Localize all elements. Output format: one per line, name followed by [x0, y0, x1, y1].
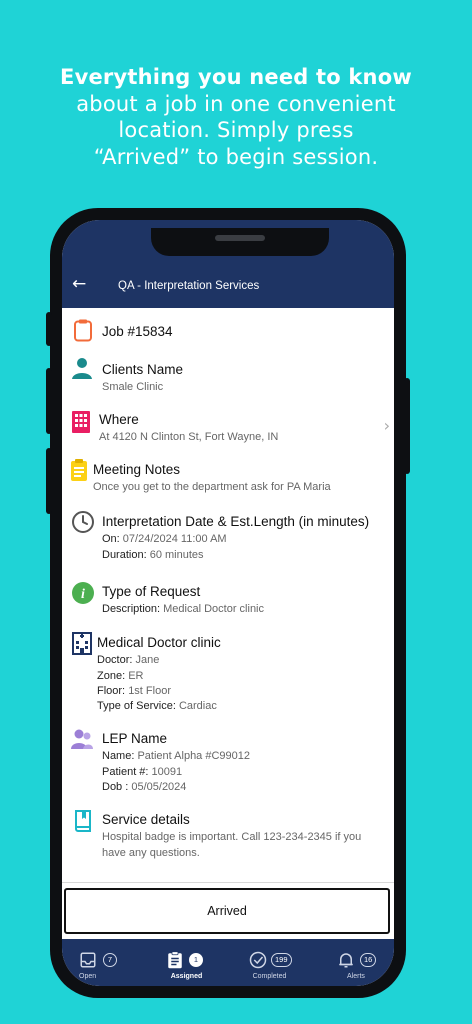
headline-line-2: about a job in one convenient — [76, 91, 396, 116]
clipboard-icon — [74, 319, 92, 342]
tab-open[interactable]: 7 Open — [62, 939, 145, 986]
clipboard-list-icon — [168, 951, 182, 969]
job-number: Job #15834 — [102, 324, 173, 339]
service-details-text: Hospital badge is important. Call 123-23… — [102, 831, 362, 859]
chevron-right-icon: › — [383, 416, 390, 435]
back-arrow-icon[interactable]: ← — [72, 274, 86, 294]
assigned-count-badge: 1 — [189, 953, 203, 967]
client-title: Clients Name — [102, 362, 184, 377]
where-address: At 4120 N Clinton St, Fort Wayne, IN — [99, 431, 279, 443]
notes-icon — [71, 459, 87, 481]
job-number-row: Job #15834 — [62, 314, 394, 348]
completed-count-badge: 199 — [271, 953, 292, 967]
lep-row: LEP Name Name: Patient Alpha #C99012 Pat… — [62, 722, 394, 798]
service-details-row: Service details Hospital badge is import… — [62, 802, 394, 864]
phone-frame: ← QA - Interpretation Services Job #1583… — [46, 208, 410, 998]
type-of-request-description: Description: Medical Doctor clinic — [102, 603, 265, 615]
type-of-request-title: Type of Request — [102, 584, 201, 599]
clock-icon — [72, 511, 94, 533]
client-row: Clients Name Smale Clinic — [62, 352, 394, 398]
arrived-button[interactable]: Arrived — [64, 888, 390, 934]
type-of-request-row: i Type of Request Description: Medical D… — [62, 572, 394, 618]
app-bar-title: QA - Interpretation Services — [118, 280, 260, 292]
bottom-tab-bar: 7 Open 1 Assigned 199 Completed 16 Alert… — [62, 939, 394, 986]
clinic-service-type: Type of Service: Cardiac — [97, 700, 217, 712]
where-row[interactable]: Where At 4120 N Clinton St, Fort Wayne, … — [62, 402, 394, 448]
book-icon — [75, 810, 91, 832]
lep-name: Name: Patient Alpha #C99012 — [102, 750, 251, 762]
inbox-icon — [80, 952, 96, 968]
people-icon — [71, 729, 93, 749]
clinic-title: Medical Doctor clinic — [97, 635, 221, 650]
svg-text:i: i — [81, 587, 85, 602]
clinic-doctor: Doctor: Jane — [97, 654, 160, 666]
interpretation-date-row: Interpretation Date & Est.Length (in min… — [62, 502, 394, 562]
headline-line-3: location. Simply press — [118, 118, 354, 142]
hospital-icon — [72, 632, 92, 655]
tab-alerts[interactable]: 16 Alerts — [311, 939, 394, 986]
lep-title: LEP Name — [102, 731, 168, 746]
meeting-notes-text: Once you get to the department ask for P… — [93, 481, 331, 493]
phone-mute-switch — [46, 312, 52, 346]
alerts-count-badge: 16 — [360, 953, 377, 967]
bottom-divider — [62, 882, 394, 883]
open-count-badge: 7 — [103, 953, 117, 967]
meeting-notes-row: Meeting Notes Once you get to the depart… — [62, 452, 394, 498]
interpretation-date-on: On: 07/24/2024 11:00 AM — [102, 533, 227, 545]
headline-bold: Everything you need to know — [60, 65, 412, 89]
building-icon — [72, 411, 90, 433]
service-details-title: Service details — [102, 812, 190, 827]
lep-patient-number: Patient #: 10091 — [102, 766, 183, 778]
bell-icon — [339, 953, 353, 968]
phone-volume-up — [46, 368, 52, 434]
phone-power-button — [404, 378, 410, 474]
person-icon — [72, 358, 92, 379]
lep-dob: Dob : 05/05/2024 — [102, 781, 187, 793]
clinic-row: Medical Doctor clinic Doctor: Jane Zone:… — [62, 626, 394, 718]
client-name: Smale Clinic — [102, 381, 164, 393]
clinic-zone: Zone: ER — [97, 670, 144, 682]
tab-completed[interactable]: 199 Completed — [228, 939, 311, 986]
tab-assigned[interactable]: 1 Assigned — [145, 939, 228, 986]
clinic-floor: Floor: 1st Floor — [97, 685, 171, 697]
promo-headline: Everything you need to know about a job … — [0, 64, 472, 170]
tab-alerts-label: Alerts — [347, 973, 365, 980]
phone-volume-down — [46, 448, 52, 514]
interpretation-duration: Duration: 60 minutes — [102, 549, 204, 561]
tab-completed-label: Completed — [252, 973, 287, 980]
interpretation-date-title: Interpretation Date & Est.Length (in min… — [102, 514, 370, 529]
tab-open-label: Open — [79, 973, 97, 980]
phone-screen: ← QA - Interpretation Services Job #1583… — [62, 220, 394, 986]
phone-notch — [151, 228, 329, 256]
tab-assigned-label: Assigned — [170, 973, 203, 980]
where-title: Where — [99, 412, 139, 427]
info-icon: i — [72, 582, 94, 604]
check-circle-icon — [249, 951, 267, 969]
headline-line-4: “Arrived” to begin session. — [93, 144, 379, 169]
meeting-notes-title: Meeting Notes — [93, 462, 181, 477]
